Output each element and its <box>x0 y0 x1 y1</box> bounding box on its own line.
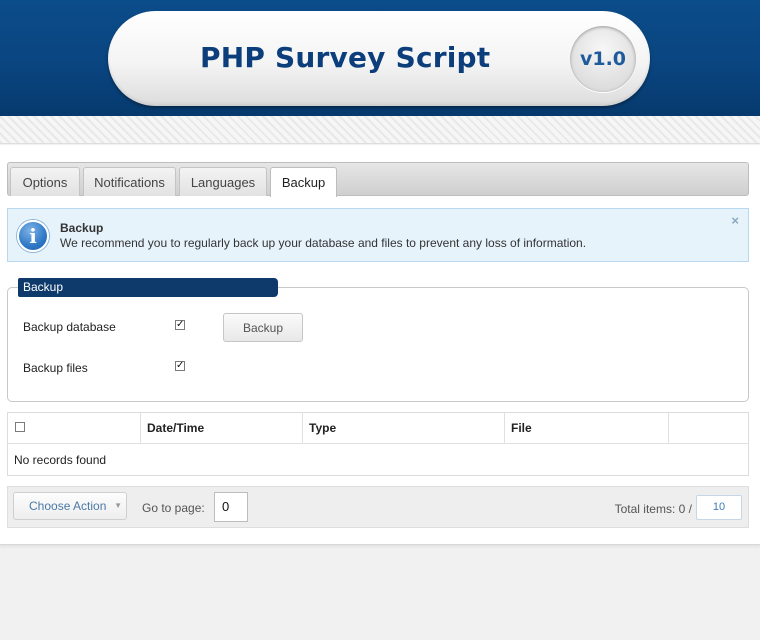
tab-backup[interactable]: Backup <box>270 167 337 197</box>
table-header: Date/Time Type File <box>8 413 748 444</box>
chevron-down-icon: ▼ <box>114 501 122 510</box>
version-badge: v1.0 <box>570 26 636 92</box>
items-per-page-button[interactable]: 10 <box>696 495 742 520</box>
goto-page-input[interactable]: 0 <box>214 492 248 522</box>
tab-languages[interactable]: Languages <box>179 167 267 196</box>
app-header: PHP Survey Script v1.0 <box>0 0 760 116</box>
column-datetime[interactable]: Date/Time <box>141 413 303 444</box>
info-icon: i <box>17 220 49 252</box>
backup-database-label: Backup database <box>23 320 116 334</box>
select-all-cell <box>8 413 141 444</box>
main-content: Options Notifications Languages Backup i… <box>0 145 760 545</box>
info-title: Backup <box>60 221 104 235</box>
choose-action-select[interactable]: Choose Action ▼ <box>13 492 127 520</box>
goto-page-label: Go to page: <box>142 501 205 515</box>
backup-files-label: Backup files <box>23 361 88 375</box>
close-icon[interactable]: × <box>731 213 739 228</box>
select-all-checkbox[interactable] <box>15 422 25 432</box>
logo: PHP Survey Script v1.0 <box>108 11 650 106</box>
backups-table: Date/Time Type File No records found <box>7 412 749 476</box>
empty-table-message: No records found <box>14 453 107 467</box>
column-type[interactable]: Type <box>303 413 505 444</box>
info-text: We recommend you to regularly back up yo… <box>60 236 587 250</box>
backup-files-checkbox[interactable]: ✓ <box>175 361 185 371</box>
pagination-bar: Choose Action ▼ Go to page: 0 Total item… <box>7 486 749 528</box>
column-file[interactable]: File <box>505 413 669 444</box>
backup-fieldset: Backup Backup database ✓ Backup Backup f… <box>7 278 749 402</box>
fieldset-legend: Backup <box>18 278 278 297</box>
app-title: PHP Survey Script <box>200 41 491 74</box>
tab-bar: Options Notifications Languages Backup <box>7 162 749 197</box>
info-message: i Backup We recommend you to regularly b… <box>7 208 749 262</box>
total-items-label: Total items: 0 / <box>614 502 692 516</box>
header-divider <box>0 116 760 144</box>
tab-notifications[interactable]: Notifications <box>83 167 176 196</box>
backup-database-checkbox[interactable]: ✓ <box>175 320 185 330</box>
backup-button[interactable]: Backup <box>223 313 303 342</box>
tab-options[interactable]: Options <box>10 167 80 196</box>
choose-action-label: Choose Action <box>29 499 107 513</box>
